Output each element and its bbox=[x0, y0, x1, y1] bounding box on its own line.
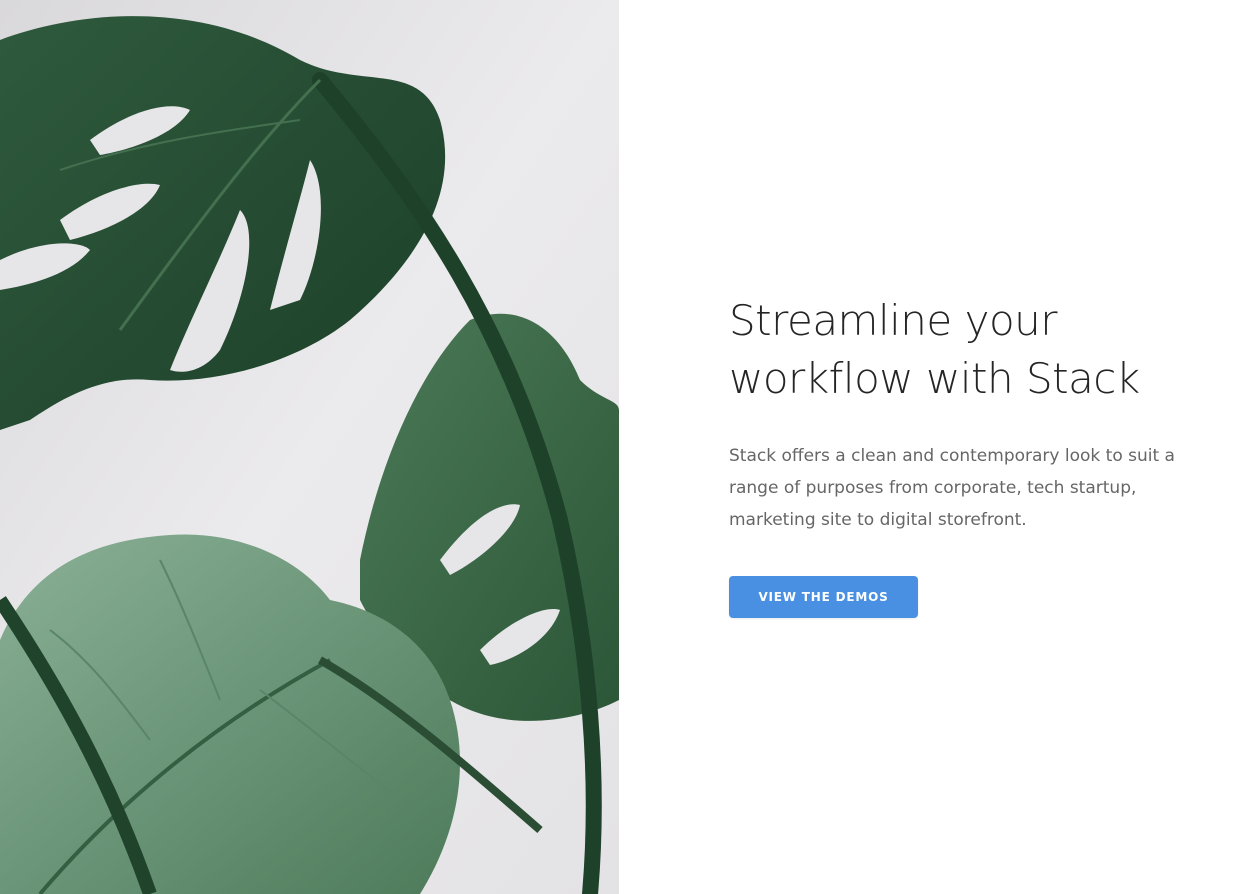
view-demos-button[interactable]: VIEW THE DEMOS bbox=[729, 576, 918, 618]
hero-text-block: Streamline your workflow with Stack Stac… bbox=[729, 292, 1189, 618]
hero-image bbox=[0, 0, 619, 894]
monstera-leaf-photo bbox=[0, 0, 619, 894]
hero-content: Streamline your workflow with Stack Stac… bbox=[619, 0, 1238, 894]
hero-section: Streamline your workflow with Stack Stac… bbox=[0, 0, 1238, 894]
hero-headline: Streamline your workflow with Stack bbox=[729, 296, 1140, 403]
hero-lead-text: Stack offers a clean and contemporary lo… bbox=[729, 446, 1175, 530]
